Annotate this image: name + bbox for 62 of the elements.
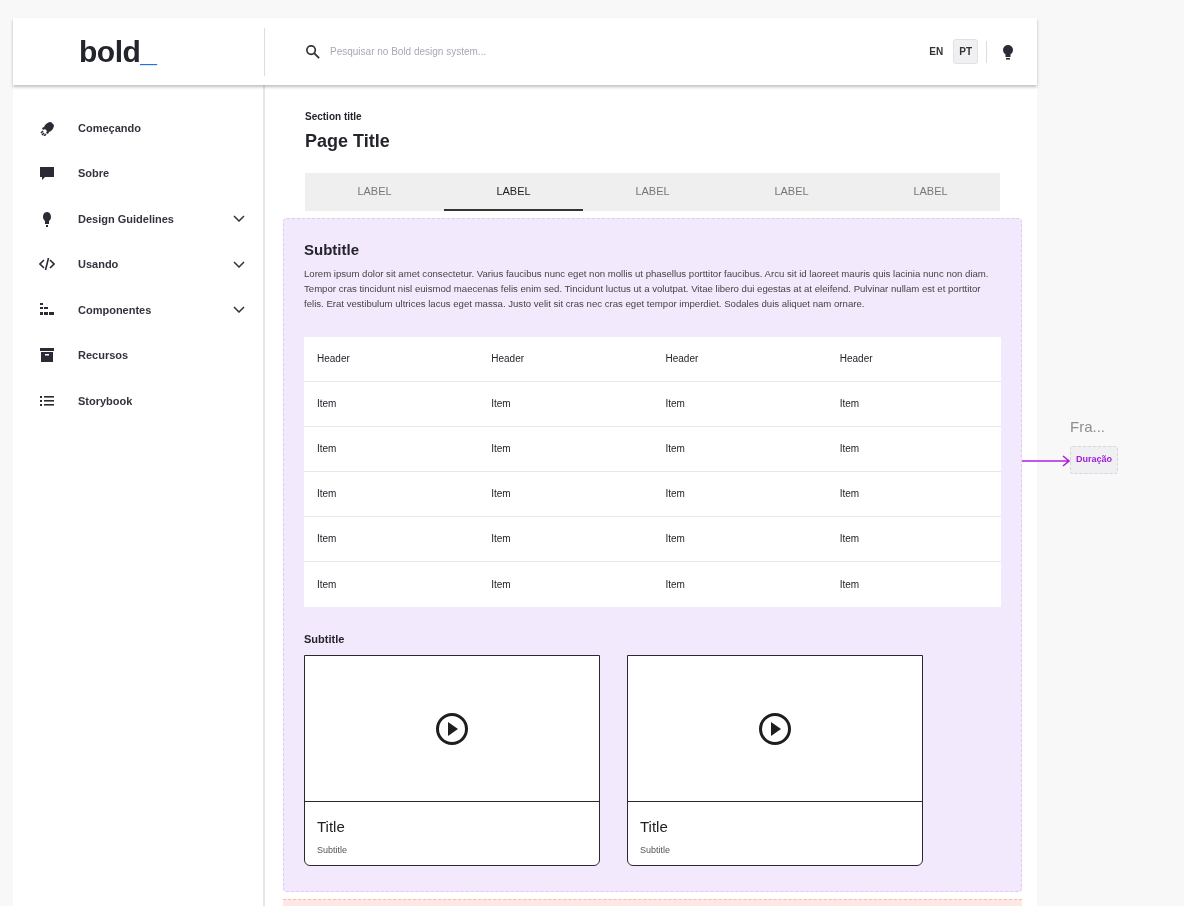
card-subtitle: Subtitle [640,843,672,857]
language-button[interactable]: PT [953,39,978,64]
subtitle: Subtitle [304,631,346,647]
table-cell-text: Item [490,487,512,501]
table-cell-text: Item [316,577,338,592]
code-icon [39,256,55,273]
table-cell-text: Item [490,397,512,411]
table-cell-text: Item [664,487,686,501]
column-header: Header [838,352,874,366]
sidebar-item[interactable]: Componentes [78,301,233,318]
tab[interactable]: LABEL [305,173,444,211]
lightbulb-icon[interactable] [1001,43,1015,60]
table-cell-text: Item [664,442,686,456]
table-cell-text: Item [490,532,512,546]
subtitle: Subtitle [304,240,360,260]
archive-icon [39,347,55,364]
sidebar-item[interactable]: Sobre [78,165,245,182]
sidebar-item[interactable]: Design Guidelines [78,210,233,227]
rocket-icon [39,119,55,136]
arrow [1022,455,1070,467]
play-icon [758,711,792,746]
table-cell-text: Item [838,487,861,501]
table-cell-text: Item [490,577,512,592]
table-cell-text: Item [838,577,861,592]
chat-icon [39,165,55,182]
logo: bold_ [79,34,157,70]
tab[interactable]: LABEL [722,173,861,211]
page-title: Page Title [305,130,391,153]
sidebar-item[interactable]: Usando [78,256,233,273]
table-cell-text: Item [490,442,512,456]
sidebar-item[interactable]: Recursos [78,347,245,364]
blocks-icon [39,301,55,318]
tag-label: Duração [1070,446,1118,474]
video-card[interactable]: Title Subtitle [304,655,600,866]
sidebar-item[interactable]: Storybook [78,392,245,409]
column-header: Header [316,352,351,366]
paragraph: Lorem ipsum dolor sit amet consectetur. Varius faucibus nunc eget non mollis ut phasellus porttitor faucibus. Arcu sit id laoreet mauris quis lacinia nunc non diam. Tempor cras tincidunt nisl euismod maecenas felis enim sed. Tincidunt luctus ut a volutpat. Vitae libero dui egestas at at eleifend. Pulvinar nullam est et porttitor felis. Erat vestibulum ultrices lacus eget massa. Justo velit sit cras nec cras eget tempor imperdiet. Sodales duis aliquet nam ornare. [304,266,990,311]
tab[interactable]: LABEL [861,173,1000,211]
play-icon [435,711,469,746]
table-cell-text: Item [316,397,338,411]
column-header: Header [664,352,700,366]
table-cell-text: Item [664,397,686,411]
table-cell-text: Item [316,532,338,546]
section-title: Section title [305,110,363,124]
sidebar-item[interactable]: Começando [78,119,245,136]
table-cell-text: Item [316,487,338,501]
tab[interactable]: LABEL [444,173,583,211]
table-cell-text: Item [664,577,686,592]
card-title: Title [317,817,346,837]
tab[interactable]: LABEL [583,173,722,211]
table-cell-text: Item [838,532,861,546]
card-subtitle: Subtitle [317,843,349,857]
column-header: Header [490,352,526,366]
card-title: Title [640,817,669,837]
video-card[interactable]: Title Subtitle [627,655,923,866]
table-cell-text: Item [664,532,686,546]
language-button[interactable]: EN [923,39,950,64]
table-cell-text: Item [316,442,338,456]
frame-label: Fra... [1070,417,1105,437]
table-cell-text: Item [838,397,861,411]
table-cell-text: Item [838,442,861,456]
search-icon [305,44,320,59]
